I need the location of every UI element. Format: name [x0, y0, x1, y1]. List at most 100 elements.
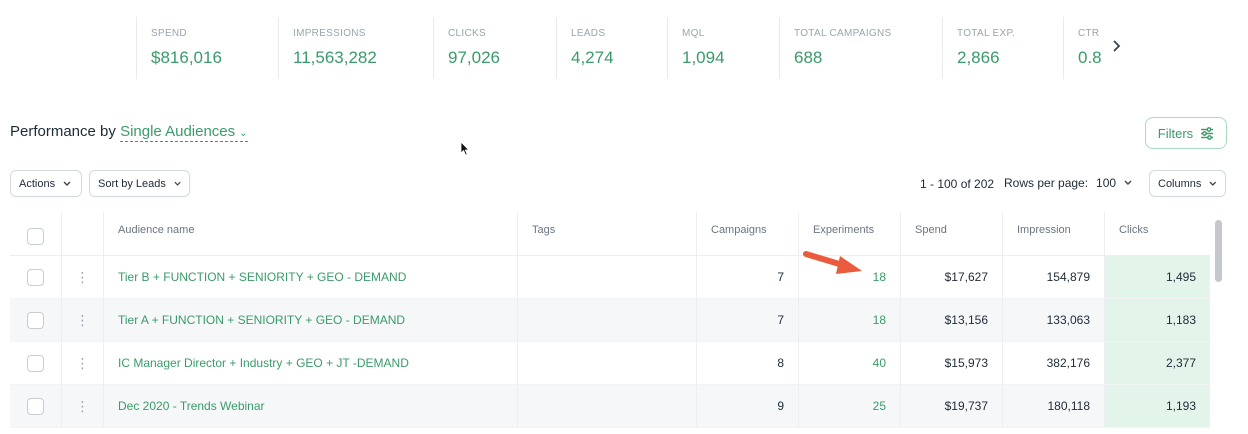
- metric-value: 11,563,282: [293, 48, 377, 67]
- audience-name-cell: Dec 2020 - Trends Webinar: [104, 385, 518, 427]
- actions-label: Actions: [19, 177, 56, 190]
- filters-button[interactable]: Filters: [1145, 117, 1227, 149]
- clicks-cell: 1,193: [1105, 385, 1210, 427]
- metric-value: 688: [794, 48, 823, 67]
- experiments-link[interactable]: 18: [873, 270, 886, 284]
- chevron-down-icon: [1124, 180, 1132, 185]
- row-checkbox[interactable]: [27, 354, 44, 372]
- metric-label: TOTAL CAMPAIGNS: [794, 28, 892, 39]
- audience-name-cell: Tier A + FUNCTION + SENIORITY + GEO - DE…: [104, 299, 518, 341]
- chevron-down-icon: ⌄: [239, 128, 248, 139]
- spend-cell: $19,737: [901, 385, 1003, 427]
- audience-type-dropdown[interactable]: Single Audiences ⌄: [120, 123, 248, 142]
- metric-label: CLICKS: [448, 28, 486, 39]
- metrics-strip: SPEND $816,016 IMPRESSIONS 11,563,282 CL…: [136, 17, 1121, 79]
- metric-label: LEADS: [571, 28, 606, 39]
- row-checkbox[interactable]: [27, 268, 44, 286]
- metric-value: 2,866: [957, 48, 1000, 67]
- experiments-link[interactable]: 40: [873, 356, 886, 370]
- row-menu-cell: ⋮: [62, 342, 104, 384]
- row-checkbox-cell: [10, 342, 62, 384]
- clicks-cell: 2,377: [1105, 342, 1210, 384]
- mouse-cursor-icon: [460, 141, 470, 156]
- kebab-menu-icon[interactable]: ⋮: [76, 312, 90, 329]
- audience-name-link[interactable]: Dec 2020 - Trends Webinar: [118, 399, 265, 413]
- header-checkbox-cell: [10, 212, 62, 255]
- metric-label: CTR: [1078, 28, 1100, 39]
- header-impression[interactable]: Impression: [1003, 212, 1105, 255]
- chevron-down-icon: [174, 181, 181, 186]
- clicks-cell: 1,495: [1105, 256, 1210, 298]
- impression-cell: 180,118: [1003, 385, 1105, 427]
- sort-dropdown[interactable]: Sort by Leads: [89, 170, 190, 197]
- chevron-down-icon: [1209, 181, 1217, 186]
- header-audience-name[interactable]: Audience name: [104, 212, 518, 255]
- chevron-right-icon[interactable]: [1112, 39, 1122, 58]
- header-menu-cell: [62, 212, 104, 255]
- metric-impressions: IMPRESSIONS 11,563,282: [278, 17, 433, 79]
- rows-per-page-label: Rows per page:: [1004, 176, 1089, 190]
- row-checkbox[interactable]: [27, 397, 44, 415]
- header-spend[interactable]: Spend: [901, 212, 1003, 255]
- columns-dropdown[interactable]: Columns: [1149, 170, 1226, 197]
- kebab-menu-icon[interactable]: ⋮: [76, 398, 90, 415]
- header-campaigns[interactable]: Campaigns: [697, 212, 799, 255]
- performance-prefix: Performance by: [10, 123, 116, 140]
- metric-value: 1,094: [682, 48, 725, 67]
- performance-title: Performance by Single Audiences ⌄: [10, 123, 248, 142]
- metric-spend: SPEND $816,016: [136, 17, 278, 79]
- header-tags[interactable]: Tags: [518, 212, 697, 255]
- table-row: ⋮ Dec 2020 - Trends Webinar 9 25 $19,737…: [10, 385, 1210, 428]
- campaigns-cell: 8: [697, 342, 799, 384]
- tags-cell[interactable]: [518, 299, 697, 341]
- chevron-down-icon: [63, 181, 71, 186]
- experiments-cell: 25: [799, 385, 901, 427]
- scrollbar-thumb[interactable]: [1215, 220, 1222, 282]
- row-checkbox[interactable]: [27, 311, 44, 329]
- metric-leads: LEADS 4,274: [556, 17, 667, 79]
- campaigns-cell: 7: [697, 256, 799, 298]
- kebab-menu-icon[interactable]: ⋮: [76, 355, 90, 372]
- vertical-scrollbar[interactable]: [1214, 220, 1223, 434]
- tags-cell[interactable]: [518, 256, 697, 298]
- row-checkbox-cell: [10, 299, 62, 341]
- audience-name-link[interactable]: IC Manager Director + Industry + GEO + J…: [118, 356, 409, 370]
- filters-label: Filters: [1157, 125, 1194, 141]
- experiments-cell: 18: [799, 299, 901, 341]
- experiments-link[interactable]: 25: [873, 399, 886, 413]
- metric-label: SPEND: [151, 28, 187, 39]
- metric-clicks: CLICKS 97,026: [433, 17, 556, 79]
- spend-cell: $15,973: [901, 342, 1003, 384]
- campaigns-cell: 7: [697, 299, 799, 341]
- rows-per-page: Rows per page: 100: [1004, 176, 1132, 190]
- row-checkbox-cell: [10, 256, 62, 298]
- table-row: ⋮ Tier B + FUNCTION + SENIORITY + GEO - …: [10, 256, 1210, 299]
- tags-cell[interactable]: [518, 342, 697, 384]
- metric-value: $816,016: [151, 48, 222, 67]
- rows-per-page-select[interactable]: 100: [1096, 176, 1132, 190]
- row-checkbox-cell: [10, 385, 62, 427]
- clicks-cell: 1,183: [1105, 299, 1210, 341]
- impression-cell: 382,176: [1003, 342, 1105, 384]
- metric-label: TOTAL EXP.: [957, 28, 1016, 39]
- audience-name-cell: IC Manager Director + Industry + GEO + J…: [104, 342, 518, 384]
- metric-value: 97,026: [448, 48, 500, 67]
- actions-dropdown[interactable]: Actions: [10, 170, 82, 197]
- tags-cell[interactable]: [518, 385, 697, 427]
- header-clicks[interactable]: Clicks: [1105, 212, 1210, 255]
- audience-name-link[interactable]: Tier B + FUNCTION + SENIORITY + GEO - DE…: [118, 270, 406, 284]
- kebab-menu-icon[interactable]: ⋮: [76, 269, 90, 286]
- campaigns-cell: 9: [697, 385, 799, 427]
- row-menu-cell: ⋮: [62, 385, 104, 427]
- metric-value: 4,274: [571, 48, 614, 67]
- annotation-arrow-icon: [803, 251, 862, 274]
- audience-name-link[interactable]: Tier A + FUNCTION + SENIORITY + GEO - DE…: [118, 313, 405, 327]
- metric-label: IMPRESSIONS: [293, 28, 366, 39]
- experiments-link[interactable]: 18: [873, 313, 886, 327]
- spend-cell: $13,156: [901, 299, 1003, 341]
- audience-name-cell: Tier B + FUNCTION + SENIORITY + GEO - DE…: [104, 256, 518, 298]
- select-all-checkbox[interactable]: [27, 228, 44, 245]
- table-row: ⋮ IC Manager Director + Industry + GEO +…: [10, 342, 1210, 385]
- metric-total-campaigns: TOTAL CAMPAIGNS 688: [779, 17, 942, 79]
- columns-label: Columns: [1158, 177, 1202, 190]
